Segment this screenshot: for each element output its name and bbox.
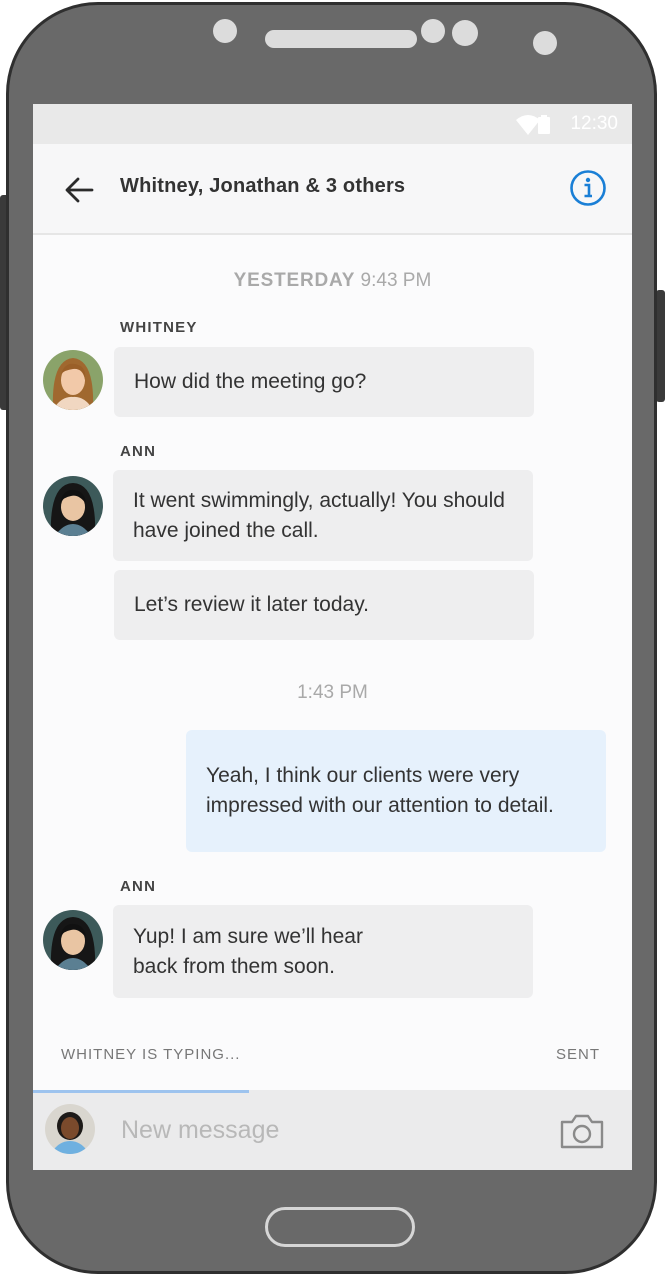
power-button <box>656 290 665 402</box>
home-button[interactable] <box>265 1207 415 1247</box>
new-message-input[interactable] <box>121 1102 541 1158</box>
outgoing-message-bubble[interactable]: Yeah, I think our clients were very impr… <box>186 730 606 852</box>
timestamp-divider: 1:43 PM <box>297 682 368 703</box>
message-bubble[interactable]: How did the meeting go? <box>114 347 534 417</box>
arrow-left-icon[interactable] <box>63 174 95 206</box>
avatar-ann[interactable] <box>43 476 103 536</box>
front-camera-dot <box>421 19 445 43</box>
conversation-title[interactable]: Whitney, Jonathan & 3 others <box>120 175 405 198</box>
message-bubble[interactable]: Let’s review it later today. <box>114 570 534 640</box>
avatar-current-user[interactable] <box>45 1104 95 1154</box>
earpiece-speaker <box>265 30 417 48</box>
front-camera-dot <box>452 20 478 46</box>
sender-name: ANN <box>120 443 157 460</box>
message-composer <box>33 1090 632 1170</box>
timestamp-day: YESTERDAY <box>233 270 356 291</box>
message-bubble[interactable]: It went swimmingly, actually! You should… <box>113 470 533 561</box>
conversation-header: Whitney, Jonathan & 3 others <box>33 144 632 235</box>
status-time: 12:30 <box>570 113 618 134</box>
info-icon[interactable] <box>569 169 607 207</box>
status-bar: 12:30 <box>33 104 632 144</box>
sender-name: WHITNEY <box>120 319 198 336</box>
battery-icon <box>538 115 550 134</box>
message-bubble[interactable]: Yup! I am sure we’ll hear back from them… <box>113 905 533 998</box>
app-screen: 12:30 Whitney, Jonathan & 3 others YESTE… <box>33 104 632 1170</box>
sender-name: ANN <box>120 878 157 895</box>
composer-progress-bar <box>33 1090 249 1093</box>
sensor-dot <box>213 19 237 43</box>
sent-status: SENT <box>555 1046 600 1063</box>
avatar-whitney[interactable] <box>43 350 103 410</box>
timestamp-time: 9:43 PM <box>360 270 432 291</box>
proximity-sensor-dot <box>533 31 557 55</box>
avatar-ann[interactable] <box>43 910 103 970</box>
timestamp-divider: YESTERDAY 9:43 PM <box>33 270 632 292</box>
typing-indicator: WHITNEY IS TYPING... <box>61 1046 241 1063</box>
camera-icon[interactable] <box>559 1112 605 1150</box>
wifi-icon <box>516 115 540 135</box>
